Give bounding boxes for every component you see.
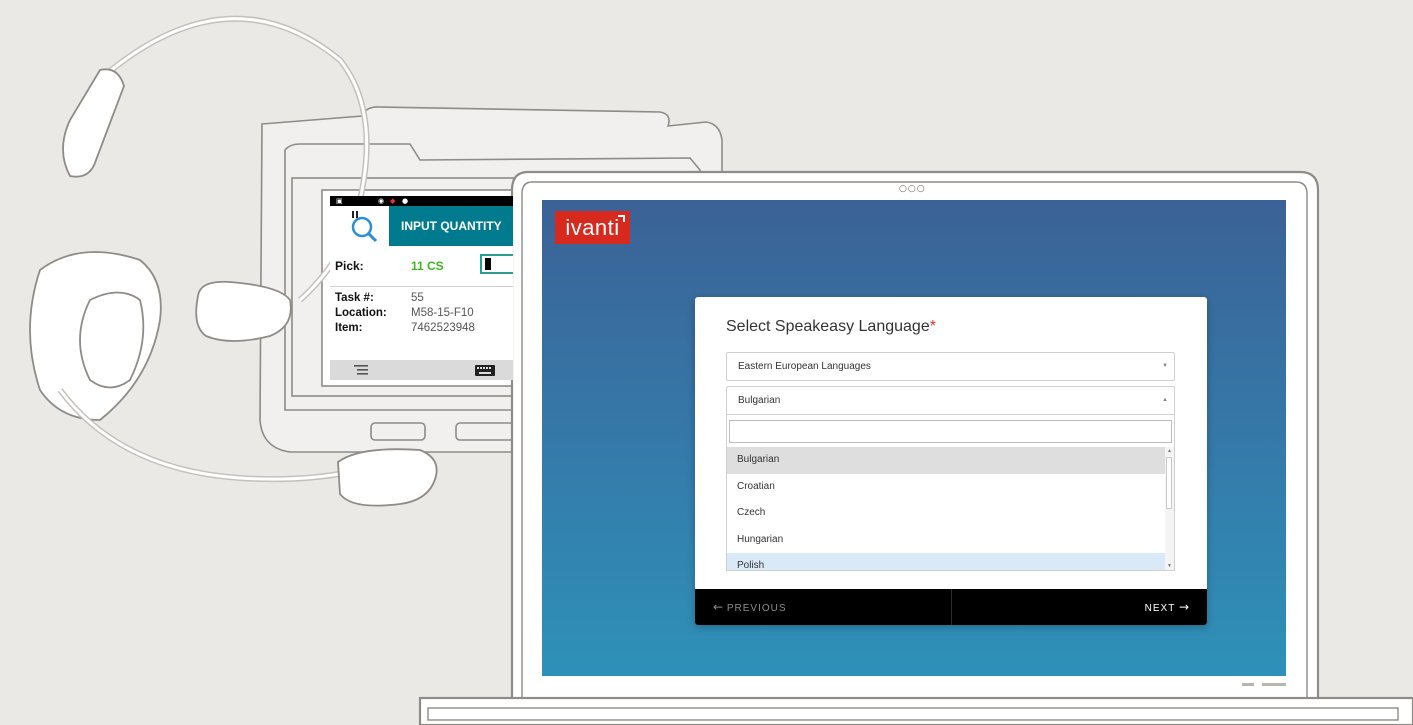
device-title: INPUT QUANTITY <box>389 206 513 246</box>
task-value: 55 <box>411 292 424 304</box>
scroll-up-icon[interactable]: ▲ <box>1167 448 1172 454</box>
device-status-bar: ▣ ◉ ◆ ● <box>330 196 513 206</box>
language-option-croatian[interactable]: Croatian <box>727 474 1166 501</box>
language-option-czech[interactable]: Czech <box>727 500 1166 527</box>
task-label: Task #: <box>335 292 374 304</box>
previous-button[interactable]: ← PREVIOUS <box>713 589 787 625</box>
dialog-title: Select Speakeasy Language* <box>726 318 936 336</box>
location-value: M58-15-F10 <box>411 307 474 319</box>
language-dialog: Select Speakeasy Language* Eastern Europ… <box>695 297 1207 625</box>
footer-divider <box>951 589 952 625</box>
dialog-title-text: Select Speakeasy Language <box>726 318 930 335</box>
item-value: 7462523948 <box>411 322 475 334</box>
pick-value: 11 CS <box>411 259 444 273</box>
device-screen: ▣ ◉ ◆ ● INPUT QUANTITY Pick: 11 CS Task … <box>330 196 513 380</box>
laptop-screen: ivanti Select Speakeasy Language* Easter… <box>542 200 1286 676</box>
laptop-camera: ○○○ <box>899 184 926 194</box>
scroll-down-icon[interactable]: ▼ <box>1167 563 1172 569</box>
pick-label: Pick: <box>335 259 364 273</box>
device-search-button[interactable] <box>330 206 389 246</box>
dialog-footer: ← PREVIOUS NEXT → <box>695 589 1207 625</box>
location-label: Location: <box>335 307 387 319</box>
language-option-hungarian[interactable]: Hungarian <box>727 527 1166 554</box>
search-icon <box>351 211 377 243</box>
keyboard-icon[interactable] <box>474 364 496 377</box>
required-marker: * <box>929 318 936 335</box>
device-row-task: Task #: 55 <box>330 291 513 306</box>
chevron-up-icon: ▲ <box>1162 397 1168 403</box>
device-info-rows: Task #: 55 Location: M58-15-F10 Item: 74… <box>330 287 513 336</box>
device-pick-row: Pick: 11 CS <box>330 246 513 287</box>
ivanti-logo: ivanti <box>555 211 630 244</box>
region-select[interactable]: Eastern European Languages ▼ <box>726 352 1175 381</box>
language-search-input[interactable] <box>729 420 1172 443</box>
menu-icon[interactable] <box>352 364 370 376</box>
image-icon: ▣ <box>336 197 343 205</box>
device-header: INPUT QUANTITY <box>330 206 513 246</box>
arrow-right-icon: → <box>1178 600 1189 614</box>
device-row-item: Item: 7462523948 <box>330 321 513 336</box>
option-scrollbar[interactable]: ▲ ▼ <box>1165 447 1174 570</box>
location-icon: ● <box>402 197 409 205</box>
language-select[interactable]: Bulgarian ▲ <box>726 386 1175 415</box>
language-dropdown: Bulgarian Croatian Czech Hungarian Polis… <box>726 415 1175 571</box>
next-button[interactable]: NEXT → <box>1145 589 1189 625</box>
quantity-input[interactable] <box>480 254 513 274</box>
wifi-icon: ◉ <box>378 197 385 205</box>
language-option-polish[interactable]: Polish <box>727 553 1166 570</box>
region-select-value: Eastern European Languages <box>738 361 871 372</box>
logo-corner-mark <box>618 215 625 222</box>
device-bottom-bar <box>330 360 513 380</box>
language-select-value: Bulgarian <box>738 395 781 406</box>
logo-text: ivanti <box>565 215 620 240</box>
language-option-bulgarian[interactable]: Bulgarian <box>727 447 1166 474</box>
scrollbar-thumb[interactable] <box>1166 457 1172 509</box>
alert-icon: ◆ <box>390 197 396 205</box>
item-label: Item: <box>335 322 363 334</box>
device-row-location: Location: M58-15-F10 <box>330 306 513 321</box>
previous-label: PREVIOUS <box>726 603 787 614</box>
next-label: NEXT <box>1144 603 1176 614</box>
language-option-list: Bulgarian Croatian Czech Hungarian Polis… <box>727 447 1166 570</box>
chevron-down-icon: ▼ <box>1162 363 1168 369</box>
arrow-left-icon: ← <box>713 600 724 614</box>
